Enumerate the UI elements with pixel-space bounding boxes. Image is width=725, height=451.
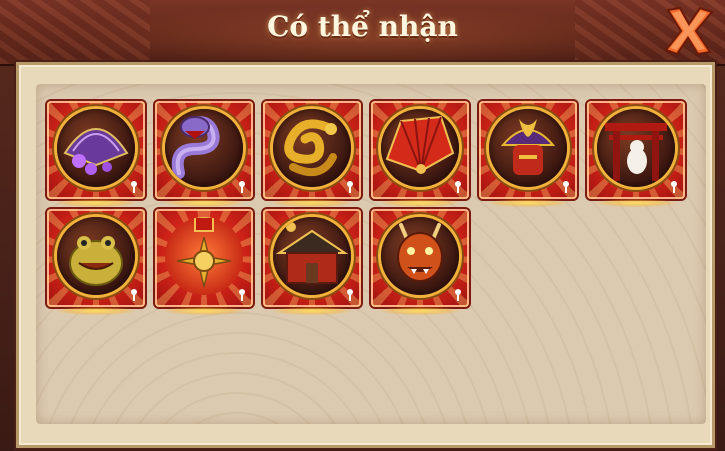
item-glow <box>56 199 136 207</box>
reward-item-toad[interactable] <box>47 209 145 307</box>
reward-item-purple-fan[interactable] <box>47 101 145 199</box>
item-glow <box>164 307 244 315</box>
reward-item-torii-gate[interactable] <box>587 101 685 199</box>
key-icon <box>131 181 137 193</box>
toad-icon <box>69 236 123 286</box>
red-war-fan-icon <box>385 115 455 174</box>
item-glow <box>56 307 136 315</box>
key-icon <box>671 181 677 193</box>
item-glow <box>380 307 460 315</box>
sun-emblem-icon <box>176 217 232 288</box>
key-icon <box>455 181 461 193</box>
key-icon <box>347 181 353 193</box>
shrine-icon <box>275 222 349 284</box>
serpent-icon <box>171 116 220 179</box>
key-icon <box>563 181 569 193</box>
item-glow <box>272 199 352 207</box>
reward-item-red-war-fan[interactable] <box>371 101 469 199</box>
item-glow <box>272 307 352 315</box>
dialog-title: Có thể nhận <box>267 10 458 43</box>
item-glow <box>488 199 568 207</box>
reward-item-shrine[interactable] <box>263 209 361 307</box>
reward-item-oni-demon[interactable] <box>371 209 469 307</box>
item-glow <box>380 199 460 207</box>
key-icon <box>455 289 461 301</box>
reward-item-serpent[interactable] <box>155 101 253 199</box>
reward-dialog: Có thể nhận <box>0 0 725 451</box>
purple-fan-icon <box>63 128 129 175</box>
reward-item-sun-emblem[interactable] <box>155 209 253 307</box>
torii-gate-icon <box>605 123 667 181</box>
reward-item-golden-dragon[interactable] <box>263 101 361 199</box>
oni-demon-icon <box>397 223 443 282</box>
close-x-icon <box>664 6 714 56</box>
reward-item-samurai-helmet[interactable] <box>479 101 577 199</box>
close-button[interactable] <box>660 4 716 58</box>
samurai-helmet-icon <box>500 119 556 175</box>
key-icon <box>239 289 245 301</box>
key-icon <box>131 289 137 301</box>
key-icon <box>239 181 245 193</box>
key-icon <box>347 289 353 301</box>
item-glow <box>596 199 676 207</box>
dialog-header: Có thể nhận <box>0 0 725 66</box>
item-glow <box>164 199 244 207</box>
golden-dragon-icon <box>284 119 337 177</box>
